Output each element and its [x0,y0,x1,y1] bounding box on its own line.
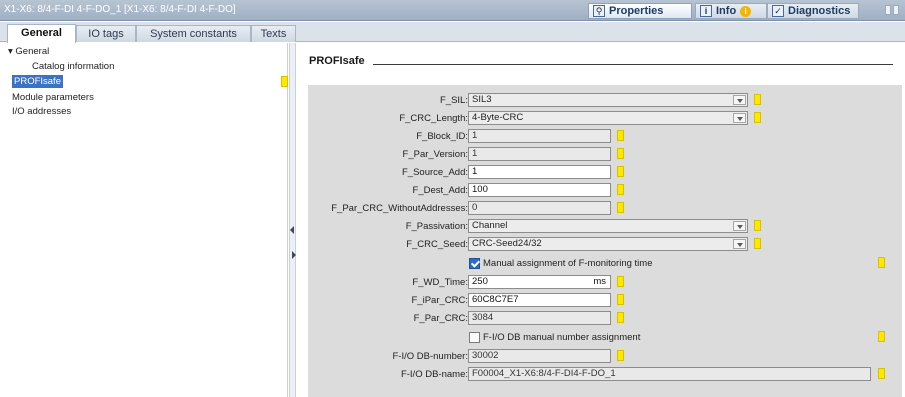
tab-row: General IO tags System constants Texts [0,22,905,43]
collapse-right-icon[interactable] [292,251,296,259]
f-passivation-label: F_Passivation: [405,221,468,232]
safety-flag-icon [617,148,624,159]
safety-flag-icon [617,350,624,361]
expand-arrow-icon[interactable]: ▾ [8,46,13,57]
safety-flag-icon [617,166,624,177]
manual-monitoring-time-checkbox[interactable] [469,258,480,269]
safety-flag-icon [754,238,761,249]
f-ipar-crc-input[interactable]: 60C8C7E7 [468,293,611,307]
f-par-crc-without-addresses-field: 0 [468,201,611,215]
diagnostics-tab-button[interactable]: ✓ Diagnostics [767,3,859,19]
fio-db-name-field: F00004_X1-X6:8/4-F-DI4-F-DO_1 [468,367,871,381]
tab-io-tags[interactable]: IO tags [76,25,136,42]
f-crc-seed-label: F_CRC_Seed: [406,239,468,250]
safety-flag-icon [754,220,761,231]
info-tab-button[interactable]: i Info i [695,3,767,19]
tab-system-constants[interactable]: System constants [136,25,251,42]
collapse-left-icon[interactable] [290,226,294,234]
f-sil-value: SIL3 [472,94,492,105]
tab-texts[interactable]: Texts [251,25,296,42]
f-ipar-crc-label: F_iPar_CRC: [411,295,469,306]
f-source-add-label: F_Source_Add: [401,167,468,178]
manual-monitoring-time-label: Manual assignment of F-monitoring time [483,258,653,269]
f-block-id-label: F_Block_ID: [416,131,468,142]
f-passivation-select[interactable]: Channel [468,219,748,233]
panel-splitter[interactable] [289,43,296,397]
safety-flag-icon [617,184,624,195]
info-label: Info [716,5,737,17]
f-dest-add-input[interactable]: 100 [468,183,611,197]
tree-item-io-addresses[interactable]: I/O addresses [12,105,71,118]
manual-db-number-checkbox[interactable] [469,332,480,343]
properties-icon: ⚲ [593,5,605,17]
dropdown-arrow-icon[interactable] [733,239,746,249]
properties-tab-button[interactable]: ⚲ Properties [588,3,692,19]
info-warning-icon: i [740,5,752,17]
f-block-id-field: 1 [468,129,611,143]
tab-general[interactable]: General [7,24,76,43]
fio-db-name-label: F-I/O DB-name: [400,369,468,380]
f-wd-time-label: F_WD_Time: [412,277,468,288]
f-par-version-field: 1 [468,147,611,161]
f-source-add-input[interactable]: 1 [468,165,611,179]
diagnostics-label: Diagnostics [788,5,851,17]
safety-flag-icon [617,202,624,213]
f-crc-seed-value: CRC-Seed24/32 [472,238,542,249]
dropdown-arrow-icon[interactable] [733,221,746,231]
properties-content: PROFIsafe F_SIL: SIL3 F_CRC_Length: 4-By… [297,43,905,397]
f-par-crc-label: F_Par_CRC: [413,313,468,324]
title-bar: X1-X6: 8/4-F-DI 4-F-DO_1 [X1-X6: 8/4-F-D… [0,0,905,21]
f-crc-seed-select[interactable]: CRC-Seed24/32 [468,237,748,251]
properties-label: Properties [609,5,664,17]
f-wd-time-unit: ms [593,276,606,287]
diagnostics-icon: ✓ [772,5,784,17]
f-crc-length-value: 4-Byte-CRC [472,112,524,123]
tree-group-general[interactable]: ▾ General [8,45,49,58]
safety-flag-icon [617,276,624,287]
section-title: PROFIsafe [309,55,365,67]
window-layout-icon[interactable] [885,5,899,15]
window-title: X1-X6: 8/4-F-DI 4-F-DO_1 [X1-X6: 8/4-F-D… [4,4,236,15]
fio-db-number-field: 30002 [468,349,611,363]
safety-flag-icon [754,94,761,105]
safety-flag-icon [878,331,885,342]
f-sil-select[interactable]: SIL3 [468,93,748,107]
navigation-tree: ▾ General Catalog information PROFIsafe … [8,43,288,397]
safety-flag-icon [617,312,624,323]
f-passivation-value: Channel [472,220,508,231]
f-crc-length-select[interactable]: 4-Byte-CRC [468,111,748,125]
f-wd-time-value: 250 [472,276,488,287]
f-par-crc-field: 3084 [468,311,611,325]
f-dest-add-label: F_Dest_Add: [412,185,468,196]
f-par-version-label: F_Par_Version: [402,149,468,160]
safety-flag-icon [281,76,288,87]
f-wd-time-input[interactable]: 250 ms [468,275,611,289]
f-crc-length-label: F_CRC_Length: [399,113,468,124]
profisafe-panel: F_SIL: SIL3 F_CRC_Length: 4-Byte-CRC F_B… [308,85,902,397]
section-divider [373,64,893,65]
tree-item-profisafe[interactable]: PROFIsafe [12,75,63,88]
fio-db-number-label: F-I/O DB-number: [392,351,469,362]
dropdown-arrow-icon[interactable] [733,95,746,105]
info-list-icon: i [700,5,712,17]
f-par-crc-without-addresses-label: F_Par_CRC_WithoutAddresses: [331,203,468,214]
dropdown-arrow-icon[interactable] [733,113,746,123]
manual-db-number-label: F-I/O DB manual number assignment [483,332,641,343]
tree-item-catalog-information[interactable]: Catalog information [32,60,114,73]
safety-flag-icon [617,294,624,305]
safety-flag-icon [878,368,885,379]
safety-flag-icon [754,112,761,123]
f-sil-label: F_SIL: [440,95,468,106]
safety-flag-icon [878,257,885,268]
safety-flag-icon [617,130,624,141]
tree-group-label: General [15,46,50,57]
tree-item-module-parameters[interactable]: Module parameters [12,91,94,104]
